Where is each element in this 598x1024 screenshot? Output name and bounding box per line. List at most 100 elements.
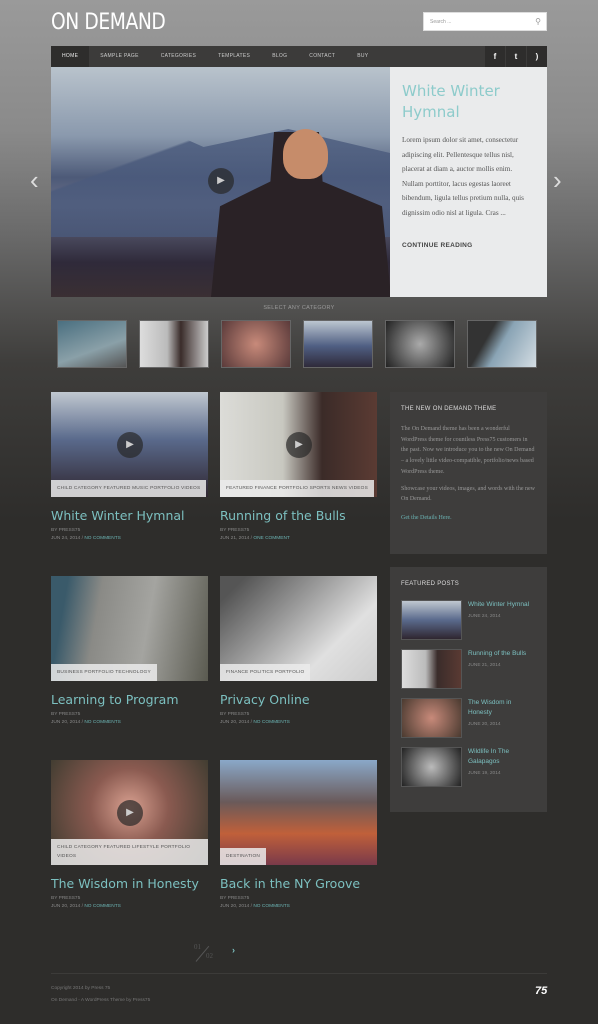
post-card: BUSINESS PORTFOLIO TECHNOLOGY Learning t… xyxy=(51,576,208,725)
post-card: ▶ CHILD CATEGORY FEATURED LIFESTYLE PORTF… xyxy=(51,760,208,909)
facebook-icon[interactable]: f xyxy=(485,46,505,67)
featured-title[interactable]: Wildlife In The Galapagos xyxy=(468,747,536,767)
post-title[interactable]: Back in the NY Groove xyxy=(220,876,377,891)
post-date: JUN 20, 2014 / NO COMMENTS xyxy=(220,720,290,725)
post-author: BY PRESS75 xyxy=(51,712,81,717)
comments-link[interactable]: NO COMMENTS xyxy=(253,720,290,725)
main-nav: HOME SAMPLE PAGE CATEGORIES TEMPLATES BL… xyxy=(51,46,547,67)
post-thumbnail[interactable]: ▶ FEATURED FINANCE PORTFOLIO SPORTS NEWS … xyxy=(220,392,377,497)
post-date: JUN 20, 2014 / NO COMMENTS xyxy=(220,904,290,909)
chevron-right-icon[interactable]: › xyxy=(553,165,562,196)
featured-post[interactable]: Running of the Bulls JUNE 21, 2014 xyxy=(401,649,536,689)
play-icon[interactable]: ▶ xyxy=(117,432,143,458)
post-date: JUN 20, 2014 / NO COMMENTS xyxy=(51,904,121,909)
post-tags[interactable]: CHILD CATEGORY FEATURED MUSIC PORTFOLIO … xyxy=(51,480,207,497)
post-date: JUN 20, 2014 / NO COMMENTS xyxy=(51,720,121,725)
featured-thumb[interactable] xyxy=(401,649,462,689)
play-icon[interactable]: ▶ xyxy=(286,432,312,458)
nav-blog[interactable]: BLOG xyxy=(261,46,298,67)
featured-post[interactable]: White Winter Hymnal JUNE 24, 2014 xyxy=(401,600,536,640)
post-date: JUN 21, 2014 / ONE COMMENT xyxy=(220,536,290,541)
hero-excerpt: Lorem ipsum dolor sit amet, consectetur … xyxy=(402,136,524,217)
post-author: BY PRESS75 xyxy=(220,896,250,901)
hero-image[interactable]: ▶ xyxy=(51,67,391,297)
nav-templates[interactable]: TEMPLATES xyxy=(207,46,261,67)
post-title[interactable]: White Winter Hymnal xyxy=(51,508,208,523)
total-pages: 02 xyxy=(206,952,213,960)
featured-post[interactable]: The Wisdom in Honesty JUNE 20, 2014 xyxy=(401,698,536,738)
post-author: BY PRESS75 xyxy=(220,528,250,533)
press75-logo[interactable]: 75 xyxy=(535,985,547,997)
rss-icon[interactable]: ) xyxy=(527,46,547,67)
site-logo[interactable]: ON DEMAND xyxy=(51,10,166,35)
category-label: SELECT ANY CATEGORY xyxy=(263,305,335,311)
post-card: ▶ FEATURED FINANCE PORTFOLIO SPORTS NEWS … xyxy=(220,392,377,541)
current-page: 01 xyxy=(194,943,201,951)
nav-sample-page[interactable]: SAMPLE PAGE xyxy=(89,46,150,67)
featured-title[interactable]: Running of the Bulls xyxy=(468,649,526,659)
post-tags[interactable]: FEATURED FINANCE PORTFOLIO SPORTS NEWS V… xyxy=(220,480,374,497)
featured-title[interactable]: The Wisdom in Honesty xyxy=(468,698,536,718)
post-title[interactable]: Learning to Program xyxy=(51,692,208,707)
category-thumb[interactable] xyxy=(467,320,537,368)
post-thumbnail[interactable]: FINANCE POLITICS PORTFOLIO xyxy=(220,576,377,681)
featured-post[interactable]: Wildlife In The Galapagos JUNE 19, 2014 xyxy=(401,747,536,787)
featured-date: JUNE 21, 2014 xyxy=(468,663,501,668)
search-icon[interactable]: ⚲ xyxy=(535,17,541,26)
post-tags[interactable]: DESTINATION xyxy=(220,848,267,865)
details-link[interactable]: Get the Details Here. xyxy=(401,515,536,521)
footer-divider xyxy=(51,973,547,974)
category-thumbs xyxy=(57,320,537,368)
featured-thumb[interactable] xyxy=(401,747,462,787)
search-input[interactable]: Search ... ⚲ xyxy=(423,12,547,31)
category-thumb[interactable] xyxy=(385,320,455,368)
nav-categories[interactable]: CATEGORIES xyxy=(150,46,207,67)
continue-reading-link[interactable]: CONTINUE READING xyxy=(402,242,535,249)
post-thumbnail[interactable]: ▶ CHILD CATEGORY FEATURED LIFESTYLE PORTF… xyxy=(51,760,208,865)
post-date: JUN 24, 2014 / NO COMMENTS xyxy=(51,536,121,541)
featured-title[interactable]: White Winter Hymnal xyxy=(468,600,529,610)
comments-link[interactable]: ONE COMMENT xyxy=(253,536,290,541)
next-page-icon[interactable]: › xyxy=(232,945,235,955)
theme-credit[interactable]: On Demand - A WordPress Theme by Press75 xyxy=(51,998,150,1003)
comments-link[interactable]: NO COMMENTS xyxy=(84,904,121,909)
nav-buy[interactable]: BUY xyxy=(346,46,379,67)
hero-panel: White Winter Hymnal Lorem ipsum dolor si… xyxy=(390,67,547,297)
category-thumb[interactable] xyxy=(221,320,291,368)
post-author: BY PRESS75 xyxy=(51,896,81,901)
comments-link[interactable]: NO COMMENTS xyxy=(84,536,121,541)
category-thumb[interactable] xyxy=(57,320,127,368)
category-thumb[interactable] xyxy=(303,320,373,368)
post-thumbnail[interactable]: DESTINATION xyxy=(220,760,377,865)
play-icon[interactable]: ▶ xyxy=(117,800,143,826)
comments-link[interactable]: NO COMMENTS xyxy=(253,904,290,909)
copyright: Copyright 2014 by Press 75 xyxy=(51,986,111,991)
featured-thumb[interactable] xyxy=(401,600,462,640)
post-title[interactable]: Privacy Online xyxy=(220,692,377,707)
post-title[interactable]: Running of the Bulls xyxy=(220,508,377,523)
post-thumbnail[interactable]: BUSINESS PORTFOLIO TECHNOLOGY xyxy=(51,576,208,681)
nav-home[interactable]: HOME xyxy=(51,46,90,67)
widget-text: The On Demand theme has been a wonderful… xyxy=(401,426,535,475)
play-icon[interactable]: ▶ xyxy=(208,168,234,194)
post-tags[interactable]: FINANCE POLITICS PORTFOLIO xyxy=(220,664,311,681)
post-tags[interactable]: CHILD CATEGORY FEATURED LIFESTYLE PORTFO… xyxy=(51,839,208,865)
featured-date: JUNE 19, 2014 xyxy=(468,771,501,776)
widget-title: THE NEW ON DEMAND THEME xyxy=(401,406,497,412)
comments-link[interactable]: NO COMMENTS xyxy=(84,720,121,725)
featured-date: JUNE 24, 2014 xyxy=(468,614,501,619)
featured-thumb[interactable] xyxy=(401,698,462,738)
chevron-left-icon[interactable]: ‹ xyxy=(30,165,39,196)
nav-contact[interactable]: CONTACT xyxy=(298,46,346,67)
post-tags[interactable]: BUSINESS PORTFOLIO TECHNOLOGY xyxy=(51,664,157,681)
hero-title[interactable]: White Winter Hymnal xyxy=(402,81,535,123)
twitter-icon[interactable]: t xyxy=(506,46,526,67)
post-title[interactable]: The Wisdom in Honesty xyxy=(51,876,208,891)
post-thumbnail[interactable]: ▶ CHILD CATEGORY FEATURED MUSIC PORTFOLIO… xyxy=(51,392,208,497)
category-thumb[interactable] xyxy=(139,320,209,368)
widget-text: Showcase your videos, images, and words … xyxy=(401,485,535,503)
about-widget: THE NEW ON DEMAND THEME The On Demand th… xyxy=(390,392,547,554)
post-card: ▶ CHILD CATEGORY FEATURED MUSIC PORTFOLIO… xyxy=(51,392,208,541)
search-placeholder: Search ... xyxy=(430,19,452,25)
post-card: DESTINATION Back in the NY Groove BY PRE… xyxy=(220,760,377,909)
